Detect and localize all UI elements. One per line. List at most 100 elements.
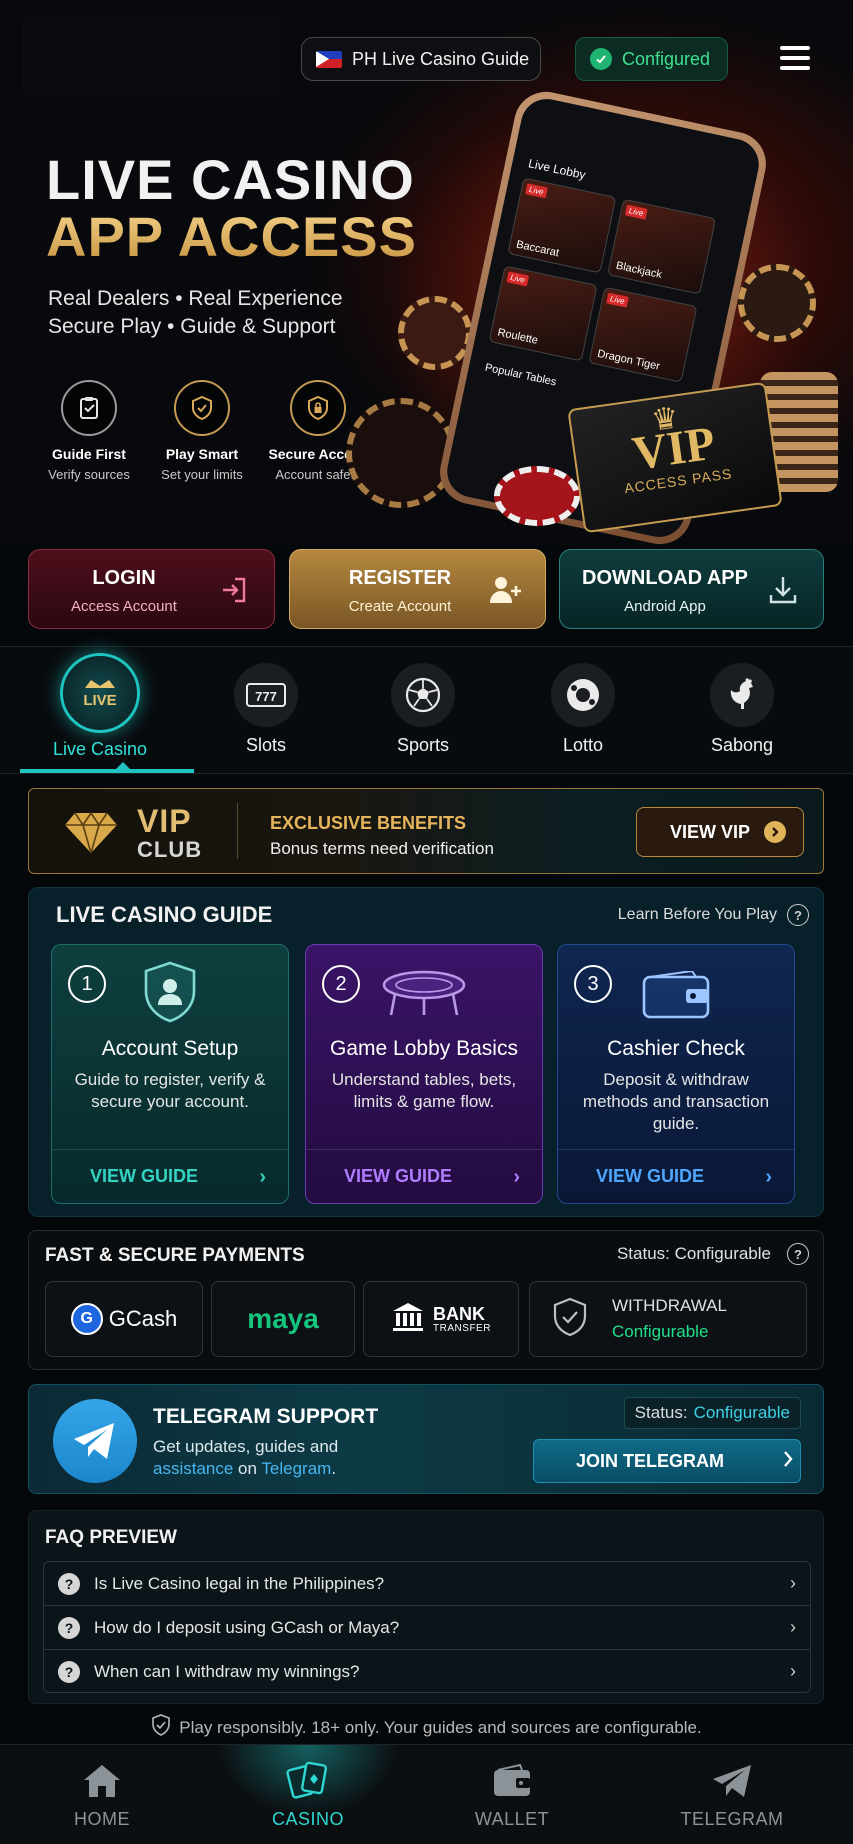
shield-user-icon [52, 959, 288, 1025]
phone-game-tile: Live Blackjack [607, 198, 717, 295]
category-label: Sabong [710, 735, 774, 755]
configured-pill: Configured [575, 37, 728, 81]
telegram-status-badge: Status: Configurable [623, 1397, 801, 1429]
bank-label: BANK [433, 1303, 486, 1324]
gcash-label: GCash [108, 1306, 178, 1331]
nav-label: TELEGRAM [680, 1809, 784, 1829]
faq-list: ? Is Live Casino legal in the Philippine… [43, 1561, 811, 1693]
question-icon: ? [58, 1572, 80, 1595]
telegram-heading: TELEGRAM SUPPORT [153, 1405, 379, 1428]
game-table-icon [306, 969, 542, 1019]
vip-access-card-image: ♛ VIP ACCESS PASS [567, 381, 783, 534]
category-lotto[interactable]: Lotto [503, 647, 663, 773]
nav-telegram[interactable]: TELEGRAM [632, 1745, 832, 1844]
view-vip-label: VIEW VIP [670, 821, 751, 842]
faq-item[interactable]: ? When can I withdraw my winnings? › [44, 1650, 810, 1692]
view-vip-button[interactable]: VIEW VIP [636, 807, 804, 857]
vip-desc: Bonus terms need verification [270, 839, 494, 858]
home-icon [2, 1757, 202, 1805]
maya-option[interactable]: maya [211, 1281, 355, 1357]
gcash-option[interactable]: G GCash [45, 1281, 203, 1357]
nav-home[interactable]: HOME [2, 1745, 202, 1844]
view-guide-link[interactable]: VIEW GUIDE [596, 1166, 704, 1187]
lotto-ball-icon [551, 663, 615, 727]
category-slots[interactable]: 777 Slots [186, 647, 346, 773]
help-icon: ? [787, 904, 809, 926]
vip-title: VIP [137, 803, 192, 839]
guide-card-account-setup[interactable]: 1 Account Setup Guide to register, verif… [51, 944, 289, 1204]
wallet-icon [558, 971, 794, 1021]
crown-icon: ♛ [649, 401, 681, 438]
svg-text:777: 777 [255, 689, 277, 704]
vip-club-banner[interactable]: VIP CLUB EXCLUSIVE BENEFITS Bonus terms … [28, 788, 824, 874]
guide-card-title: Account Setup [101, 1037, 239, 1060]
join-telegram-button[interactable]: JOIN TELEGRAM [533, 1439, 801, 1483]
chevron-right-icon: › [790, 1573, 796, 1593]
faq-question: How do I deposit using GCash or Maya? [94, 1617, 400, 1637]
question-icon: ? [58, 1661, 80, 1683]
category-live-casino[interactable]: LIVE Live Casino [20, 647, 194, 773]
configured-label: Configured [622, 48, 711, 69]
guide-card-desc: Guide to register, verify & secure your … [74, 1070, 266, 1111]
check-icon [590, 48, 612, 70]
withdrawal-option[interactable]: WITHDRAWAL Configurable [529, 1281, 807, 1357]
help-icon[interactable]: ? [787, 1243, 809, 1265]
login-icon [216, 572, 252, 608]
faq-item[interactable]: ? How do I deposit using GCash or Maya? … [44, 1606, 810, 1650]
vip-sub: CLUB [137, 837, 203, 862]
guide-card-game-lobby[interactable]: 2 Game Lobby Basics Understand tables, b… [305, 944, 543, 1204]
guide-pill[interactable]: PH Live Casino Guide [301, 37, 541, 81]
category-sabong[interactable]: Sabong [662, 647, 822, 773]
disclaimer-text: Play responsibly. 18+ only. Your guides … [179, 1717, 702, 1737]
phone-game-tile: Live Roulette [488, 265, 598, 362]
guide-card-title: Game Lobby Basics [330, 1037, 518, 1060]
category-bar: LIVE Live Casino 777 Slots Sports Lotto … [0, 646, 853, 774]
chevron-right-icon: › [513, 1166, 520, 1188]
casino-chip-image [494, 466, 580, 526]
category-label: Lotto [562, 735, 604, 755]
gcash-logo-icon: G [70, 1303, 103, 1335]
ph-flag-icon [316, 50, 342, 68]
vip-headline: EXCLUSIVE BENEFITS [270, 813, 467, 833]
nav-casino[interactable]: CASINO [208, 1745, 408, 1844]
soccer-ball-icon [391, 663, 455, 727]
chevron-right-icon [764, 821, 787, 843]
faq-heading: FAQ PREVIEW [45, 1527, 177, 1548]
download-app-button[interactable]: DOWNLOAD APP Android App [559, 549, 824, 629]
guide-card-desc: Deposit & withdraw methods and transacti… [582, 1070, 770, 1133]
live-casino-guide-section: LIVE CASINO GUIDE Learn Before You Play … [28, 887, 824, 1217]
guide-heading: LIVE CASINO GUIDE [56, 902, 273, 927]
rooster-icon [710, 663, 774, 727]
download-sub: Android App [624, 598, 706, 615]
join-telegram-label: JOIN TELEGRAM [576, 1450, 725, 1471]
guide-card-cashier-check[interactable]: 3 Cashier Check Deposit & withdraw metho… [557, 944, 795, 1204]
payments-status: Status: Configurable ? [617, 1243, 809, 1265]
feature-sub: Set your limits [161, 467, 243, 482]
category-label: Live Casino [52, 739, 148, 759]
logo-placeholder[interactable] [22, 16, 280, 96]
chevron-right-icon: › [259, 1166, 266, 1188]
category-sports[interactable]: Sports [343, 647, 503, 773]
register-button[interactable]: REGISTER Create Account [289, 549, 546, 629]
wallet-icon [412, 1757, 612, 1805]
view-guide-link[interactable]: VIEW GUIDE [90, 1166, 198, 1187]
casino-chip-image [346, 398, 456, 508]
phone-game-tile: Live Dragon Tiger [588, 286, 698, 383]
feature-sub: Verify sources [48, 467, 130, 482]
category-label: Sports [396, 735, 450, 755]
feature-guide-first: Guide First Verify sources [29, 380, 149, 482]
register-sub: Create Account [348, 598, 452, 615]
menu-icon[interactable] [780, 46, 810, 70]
nav-wallet[interactable]: WALLET [412, 1745, 612, 1844]
view-guide-link[interactable]: VIEW GUIDE [344, 1166, 452, 1187]
bank-transfer-option[interactable]: BANK TRANSFER [363, 1281, 519, 1357]
active-indicator [116, 762, 130, 769]
login-button[interactable]: LOGIN Access Account [28, 549, 275, 629]
feature-title: Guide First [52, 446, 126, 462]
faq-item[interactable]: ? Is Live Casino legal in the Philippine… [44, 1562, 810, 1606]
telegram-desc-line2: assistance on Telegram. [153, 1459, 337, 1478]
withdrawal-status: Configurable [612, 1322, 709, 1341]
hero-banner: PH Live Casino Guide Configured LIVE CAS… [0, 0, 853, 545]
learn-before-you-play[interactable]: Learn Before You Play ? [618, 904, 809, 926]
faq-section: FAQ PREVIEW ? Is Live Casino legal in th… [28, 1510, 824, 1704]
